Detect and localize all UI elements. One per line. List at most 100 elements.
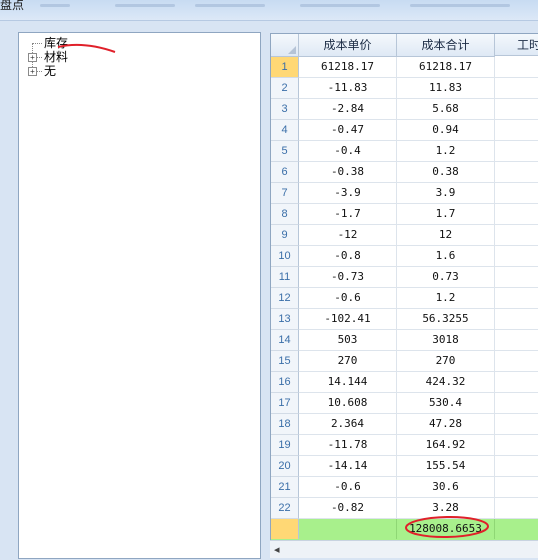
- cell-cost-total[interactable]: 155.54: [397, 456, 495, 477]
- cell-cost-total[interactable]: 11.83: [397, 78, 495, 99]
- table-row[interactable]: 2 -11.83 11.83: [271, 78, 538, 99]
- row-number[interactable]: 10: [271, 246, 299, 267]
- cell-cost-total[interactable]: 1.7: [397, 204, 495, 225]
- cell-work-hours[interactable]: [495, 246, 538, 267]
- table-row[interactable]: 17 10.608 530.4: [271, 393, 538, 414]
- table-row[interactable]: 21 -0.6 30.6: [271, 477, 538, 498]
- row-number[interactable]: 18: [271, 414, 299, 435]
- table-row[interactable]: 11 -0.73 0.73: [271, 267, 538, 288]
- cell-work-hours[interactable]: [495, 141, 538, 162]
- column-header-unit-cost[interactable]: 成本单价: [299, 34, 397, 57]
- row-number[interactable]: 15: [271, 351, 299, 372]
- cell-unit-cost[interactable]: -14.14: [299, 456, 397, 477]
- cell-unit-cost[interactable]: 2.364: [299, 414, 397, 435]
- cell-work-hours[interactable]: [495, 183, 538, 204]
- cell-cost-total[interactable]: 3.28: [397, 498, 495, 519]
- row-number[interactable]: 2: [271, 78, 299, 99]
- row-number[interactable]: 1: [271, 57, 299, 78]
- cell-unit-cost[interactable]: -0.38: [299, 162, 397, 183]
- cell-cost-total[interactable]: 3.9: [397, 183, 495, 204]
- cell-unit-cost[interactable]: -11.78: [299, 435, 397, 456]
- cell-cost-total[interactable]: 12: [397, 225, 495, 246]
- row-number[interactable]: 6: [271, 162, 299, 183]
- cell-cost-total[interactable]: 47.28: [397, 414, 495, 435]
- cell-cost-total[interactable]: 0.38: [397, 162, 495, 183]
- cell-cost-total[interactable]: 530.4: [397, 393, 495, 414]
- scroll-left-arrow-icon[interactable]: ◂: [274, 543, 280, 556]
- expand-plus-icon[interactable]: +: [28, 67, 37, 76]
- row-number[interactable]: 12: [271, 288, 299, 309]
- row-number[interactable]: 21: [271, 477, 299, 498]
- cell-cost-total[interactable]: 30.6: [397, 477, 495, 498]
- cell-work-hours[interactable]: [495, 162, 538, 183]
- cell-cost-total[interactable]: 61218.17: [397, 57, 495, 78]
- cell-cost-total[interactable]: 3018: [397, 330, 495, 351]
- cell-unit-cost[interactable]: 10.608: [299, 393, 397, 414]
- tree-node-materials[interactable]: 材料: [44, 50, 68, 64]
- row-number[interactable]: 3: [271, 99, 299, 120]
- table-row[interactable]: 10 -0.8 1.6: [271, 246, 538, 267]
- cell-unit-cost[interactable]: -2.84: [299, 99, 397, 120]
- table-row[interactable]: 12 -0.6 1.2: [271, 288, 538, 309]
- cell-work-hours[interactable]: [495, 330, 538, 351]
- cell-cost-total[interactable]: 270: [397, 351, 495, 372]
- table-row[interactable]: 3 -2.84 5.68: [271, 99, 538, 120]
- cell-work-hours[interactable]: [495, 351, 538, 372]
- table-row[interactable]: 19 -11.78 164.92: [271, 435, 538, 456]
- cell-cost-total[interactable]: 0.73: [397, 267, 495, 288]
- cell-work-hours[interactable]: [495, 120, 538, 141]
- cell-unit-cost[interactable]: 270: [299, 351, 397, 372]
- horizontal-scrollbar[interactable]: ◂: [270, 540, 538, 558]
- cell-unit-cost[interactable]: -0.6: [299, 477, 397, 498]
- cell-unit-cost[interactable]: 14.144: [299, 372, 397, 393]
- cell-unit-cost[interactable]: -0.47: [299, 120, 397, 141]
- row-number[interactable]: 16: [271, 372, 299, 393]
- cell-unit-cost[interactable]: -0.82: [299, 498, 397, 519]
- table-row[interactable]: 8 -1.7 1.7: [271, 204, 538, 225]
- cell-unit-cost[interactable]: -3.9: [299, 183, 397, 204]
- cell-work-hours[interactable]: [495, 456, 538, 477]
- row-number[interactable]: 13: [271, 309, 299, 330]
- cell-work-hours[interactable]: [495, 498, 538, 519]
- table-row[interactable]: 6 -0.38 0.38: [271, 162, 538, 183]
- row-number[interactable]: 4: [271, 120, 299, 141]
- row-number[interactable]: 22: [271, 498, 299, 519]
- cell-work-hours[interactable]: [495, 309, 538, 330]
- row-number[interactable]: 14: [271, 330, 299, 351]
- table-row[interactable]: 15 270 270: [271, 351, 538, 372]
- category-tree[interactable]: 库存 + 材料 + 无: [18, 32, 261, 559]
- row-number[interactable]: 11: [271, 267, 299, 288]
- cell-cost-total[interactable]: 5.68: [397, 99, 495, 120]
- row-number[interactable]: 7: [271, 183, 299, 204]
- cell-work-hours[interactable]: [495, 99, 538, 120]
- cell-unit-cost[interactable]: -102.41: [299, 309, 397, 330]
- column-header-cost-total[interactable]: 成本合计: [397, 34, 495, 57]
- table-row[interactable]: 20 -14.14 155.54: [271, 456, 538, 477]
- row-number[interactable]: 19: [271, 435, 299, 456]
- cell-work-hours[interactable]: [495, 393, 538, 414]
- cell-work-hours[interactable]: [495, 78, 538, 99]
- cell-cost-total[interactable]: 0.94: [397, 120, 495, 141]
- cell-unit-cost[interactable]: -1.7: [299, 204, 397, 225]
- cell-work-hours[interactable]: [495, 225, 538, 246]
- table-row[interactable]: 16 14.144 424.32: [271, 372, 538, 393]
- table-row[interactable]: 4 -0.47 0.94: [271, 120, 538, 141]
- cell-unit-cost[interactable]: -0.4: [299, 141, 397, 162]
- cell-cost-total[interactable]: 424.32: [397, 372, 495, 393]
- tree-node-inventory[interactable]: 库存: [44, 36, 68, 50]
- cell-work-hours[interactable]: [495, 372, 538, 393]
- cell-cost-total[interactable]: 56.3255: [397, 309, 495, 330]
- tree-node-none[interactable]: 无: [44, 64, 56, 78]
- row-number[interactable]: 8: [271, 204, 299, 225]
- cell-unit-cost[interactable]: 503: [299, 330, 397, 351]
- cell-unit-cost[interactable]: -11.83: [299, 78, 397, 99]
- table-row[interactable]: 14 503 3018: [271, 330, 538, 351]
- table-row[interactable]: 13 -102.41 56.3255: [271, 309, 538, 330]
- row-number[interactable]: 5: [271, 141, 299, 162]
- cell-work-hours[interactable]: [495, 477, 538, 498]
- table-row[interactable]: 18 2.364 47.28: [271, 414, 538, 435]
- cell-cost-total[interactable]: 1.2: [397, 141, 495, 162]
- table-row[interactable]: 5 -0.4 1.2: [271, 141, 538, 162]
- column-header-work-hours[interactable]: 工时: [495, 34, 538, 56]
- cell-work-hours[interactable]: [495, 288, 538, 309]
